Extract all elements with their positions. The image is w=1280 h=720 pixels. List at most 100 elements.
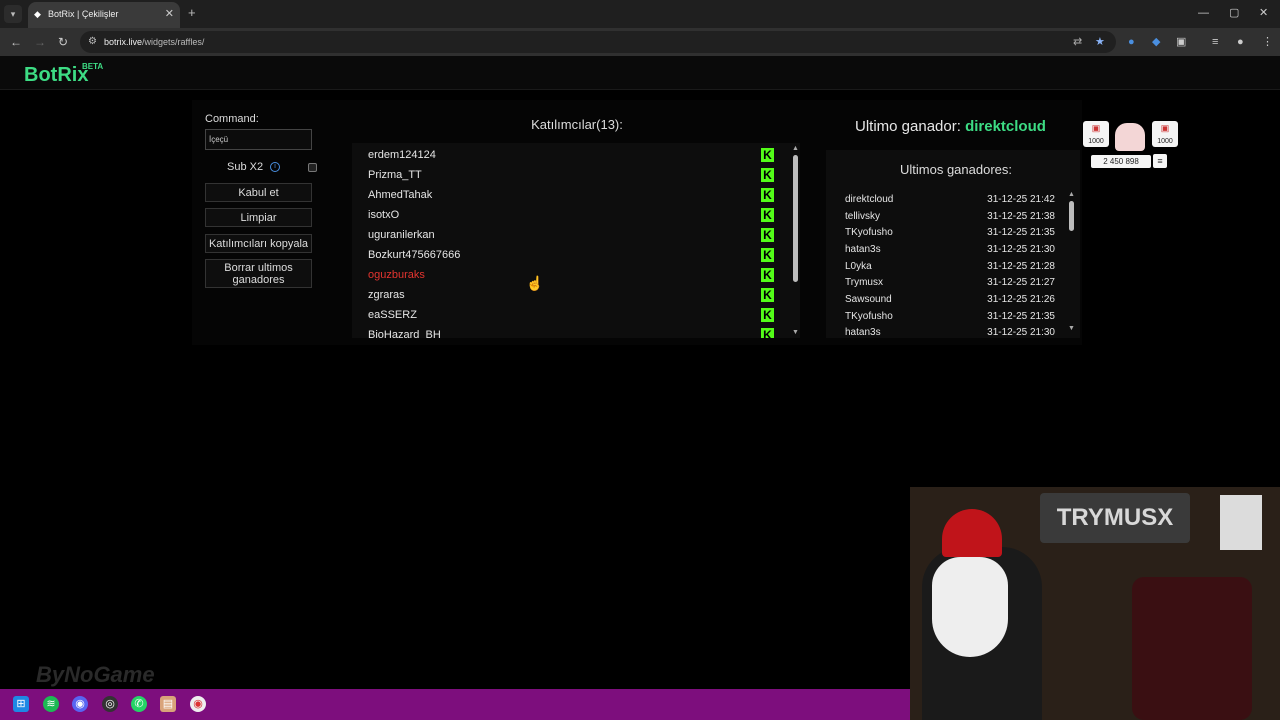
kick-icon: K — [761, 288, 774, 302]
close-window-button[interactable]: ✕ — [1259, 7, 1268, 19]
list-item[interactable]: isotxO K — [368, 205, 788, 225]
participants-list[interactable]: erdem124124 K Prizma_TT K AhmedTahak K isot… — [352, 143, 800, 338]
list-item[interactable]: Bozkurt475667666 K — [368, 245, 788, 265]
participant-name: BioHazard_BH — [368, 329, 441, 338]
clear-last-winners-button[interactable]: Borrar ultimos ganadores — [205, 259, 312, 288]
winner-row: Sawsound 31-12-25 21:26 — [845, 292, 1055, 308]
list-item[interactable]: Prizma_TT K — [368, 165, 788, 185]
whatsapp-icon[interactable]: ✆ — [131, 696, 147, 712]
beta-badge: BETA — [82, 62, 104, 71]
webcam-feed: TRYMUSX — [910, 487, 1280, 720]
scroll-up-arrow-icon[interactable]: ▲ — [791, 145, 800, 153]
winners-scrollbar[interactable]: ▲ ▼ — [1067, 191, 1076, 334]
reload-icon[interactable]: ↻ — [58, 35, 68, 49]
winner-date: 31-12-25 21:30 — [987, 244, 1055, 255]
participant-name: eaSSERZ — [368, 309, 417, 321]
winner-date: 31-12-25 21:30 — [987, 327, 1055, 337]
list-item[interactable]: AhmedTahak K — [368, 185, 788, 205]
bookmark-star-icon[interactable]: ★ — [1095, 35, 1105, 49]
botrix-logo[interactable]: BotRix — [24, 64, 88, 87]
scroll-thumb[interactable] — [1069, 201, 1074, 231]
left-counter-card: ▣ 1000 — [1083, 121, 1109, 147]
right-counter-card: ▣ 1000 — [1152, 121, 1178, 147]
last-winner: Ultimo ganador: direktcloud — [855, 118, 1046, 135]
participant-name-highlighted: oguzburaks — [368, 269, 425, 281]
list-item[interactable]: erdem124124 K — [368, 145, 788, 165]
overlay-list-icon: ≡ — [1153, 154, 1167, 168]
new-tab-button[interactable]: + — [188, 6, 196, 20]
list-item[interactable]: BioHazard_BH K — [368, 325, 788, 338]
info-icon[interactable]: i — [270, 162, 280, 172]
scroll-thumb[interactable] — [793, 155, 798, 282]
tab-title: BotRix | Çekilişler — [48, 9, 119, 19]
extension-icon[interactable]: ● — [1128, 35, 1135, 49]
profile-icon[interactable]: ● — [1237, 35, 1244, 49]
participant-name: uguranilerkan — [368, 229, 435, 241]
winner-name: hatan3s — [845, 327, 881, 337]
accept-button[interactable]: Kabul et — [205, 183, 312, 202]
browser-tab[interactable]: ◆ BotRix | Çekilişler ✕ — [28, 2, 180, 28]
gift-icon: ▣ — [1091, 123, 1101, 133]
url-host: botrix.live — [104, 37, 143, 47]
menu-kebab-icon[interactable]: ⋮ — [1262, 35, 1273, 49]
overlay-count: 2 450 898 — [1091, 155, 1151, 168]
site-header: BotRix BETA — [0, 56, 1280, 90]
extension-shield-icon[interactable]: ◆ — [1152, 35, 1160, 49]
winner-date: 31-12-25 21:38 — [987, 211, 1055, 222]
winner-name: Sawsound — [845, 294, 892, 305]
list-item[interactable]: zgraras K — [368, 285, 788, 305]
participants-scrollbar[interactable]: ▲ ▼ — [791, 145, 800, 337]
left-counter-value: 1000 — [1088, 138, 1104, 145]
forward-arrow-icon[interactable]: → — [34, 35, 46, 49]
translate-icon[interactable]: ⇄ — [1073, 35, 1082, 49]
webcam-sign: TRYMUSX — [1040, 493, 1190, 543]
maximize-button[interactable]: ▢ — [1229, 7, 1239, 19]
url-path: /widgets/raffles/ — [142, 37, 205, 47]
winner-name: TKyofusho — [845, 311, 893, 322]
back-arrow-icon[interactable]: ← — [10, 35, 22, 49]
scroll-down-arrow-icon[interactable]: ▼ — [1067, 325, 1076, 333]
winner-date: 31-12-25 21:35 — [987, 227, 1055, 238]
browser-toolbar: ← → ↻ ⚙ botrix.live/widgets/raffles/ ⇄ ★… — [0, 28, 1280, 56]
site-info-icon[interactable]: ⚙ — [88, 35, 97, 49]
kick-icon: K — [761, 308, 774, 322]
clear-button[interactable]: Limpiar — [205, 208, 312, 227]
extensions-puzzle-icon[interactable]: ▣ — [1176, 35, 1186, 49]
command-input[interactable] — [205, 129, 312, 150]
winner-date: 31-12-25 21:42 — [987, 194, 1055, 205]
tab-close-icon[interactable]: ✕ — [165, 8, 174, 20]
right-counter-value: 1000 — [1157, 138, 1173, 145]
chrome-icon[interactable]: ◉ — [190, 696, 206, 712]
tab-list-button[interactable]: ▾ — [4, 5, 22, 23]
obs-icon[interactable]: ◎ — [102, 696, 118, 712]
scroll-up-arrow-icon[interactable]: ▲ — [1067, 191, 1076, 199]
photos-icon[interactable]: ▤ — [160, 696, 176, 712]
list-item[interactable]: eaSSERZ K — [368, 305, 788, 325]
winner-date: 31-12-25 21:26 — [987, 294, 1055, 305]
last-winner-name: direktcloud — [965, 118, 1046, 135]
minimize-button[interactable]: — — [1198, 7, 1209, 19]
botrix-favicon-icon: ◆ — [34, 9, 41, 19]
url-text: botrix.live/widgets/raffles/ — [104, 37, 204, 47]
copy-participants-button[interactable]: Katılımcıları kopyala — [205, 234, 312, 253]
discord-icon[interactable]: ◉ — [72, 696, 88, 712]
spotify-icon[interactable]: ≋ — [43, 696, 59, 712]
list-item[interactable]: oguzburaks K — [368, 265, 788, 285]
participants-title: Katılımcılar(13): — [531, 117, 623, 132]
sub-x2-checkbox[interactable] — [308, 163, 317, 172]
address-bar[interactable]: ⚙ botrix.live/widgets/raffles/ ⇄ ★ — [80, 31, 1116, 53]
bynogame-watermark: ByNoGame — [36, 662, 155, 687]
kick-icon: K — [761, 248, 774, 262]
participant-name: zgraras — [368, 289, 405, 301]
winner-name: direktcloud — [845, 194, 894, 205]
last-winner-label: Ultimo ganador: — [855, 118, 961, 135]
participant-name: Bozkurt475667666 — [368, 249, 461, 261]
participant-name: AhmedTahak — [368, 189, 433, 201]
windows-start-icon[interactable]: ⊞ — [13, 696, 29, 712]
scroll-down-arrow-icon[interactable]: ▼ — [791, 329, 800, 337]
mouse-cursor-icon: ☝ — [526, 275, 544, 291]
list-item[interactable]: uguranilerkan K — [368, 225, 788, 245]
winner-row: L0yka 31-12-25 21:28 — [845, 259, 1055, 275]
webcam-poster — [1220, 495, 1262, 550]
reading-list-icon[interactable]: ≡ — [1212, 35, 1218, 49]
